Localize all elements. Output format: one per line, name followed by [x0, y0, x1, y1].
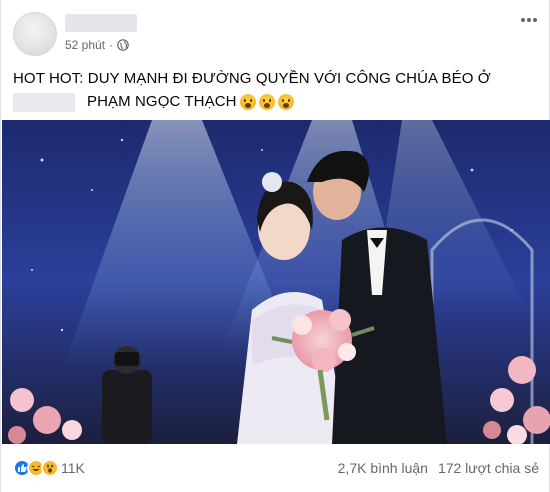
reactions-bar: 11K 2,7K bình luận 172 lượt chia sẻ	[1, 444, 550, 492]
comment-count[interactable]: 2,7K bình luận	[338, 460, 428, 476]
post-photo[interactable]	[2, 120, 550, 444]
post-time[interactable]: 52 phút	[65, 38, 105, 52]
astonished-emoji-icon	[258, 94, 275, 110]
author-name-redacted[interactable]	[65, 14, 137, 32]
wow-reaction-icon	[41, 459, 59, 477]
reaction-summary[interactable]: 11K	[13, 459, 85, 477]
post-meta: 52 phút ·	[65, 38, 129, 52]
post-caption: HOT HOT: DUY MẠNH ĐI ĐƯỜNG QUYỀN VỚI CÔN…	[13, 68, 533, 113]
astonished-emoji-icon	[239, 94, 256, 110]
facebook-post: 52 phút · HOT HOT: DUY MẠNH ĐI ĐƯỜNG QUY…	[0, 0, 550, 492]
engagement-stats: 2,7K bình luận 172 lượt chia sẻ	[338, 460, 539, 476]
avatar[interactable]	[13, 12, 57, 56]
reaction-count[interactable]: 11K	[61, 460, 85, 476]
wedding-photo	[2, 120, 550, 444]
caption-line-2-row: PHẠM NGỌC THẠCH	[13, 91, 533, 113]
share-count[interactable]: 172 lượt chia sẻ	[438, 460, 539, 476]
caption-line-2: PHẠM NGỌC THẠCH	[87, 93, 237, 110]
astonished-emoji-icon	[277, 94, 294, 110]
meta-separator: ·	[109, 38, 114, 52]
post-header: 52 phút ·	[1, 0, 550, 64]
reaction-icons	[13, 459, 59, 477]
redacted-text	[13, 92, 75, 112]
caption-line-1: HOT HOT: DUY MẠNH ĐI ĐƯỜNG QUYỀN VỚI CÔN…	[13, 70, 491, 87]
globe-icon[interactable]	[117, 39, 129, 51]
more-options-icon[interactable]	[517, 10, 541, 30]
